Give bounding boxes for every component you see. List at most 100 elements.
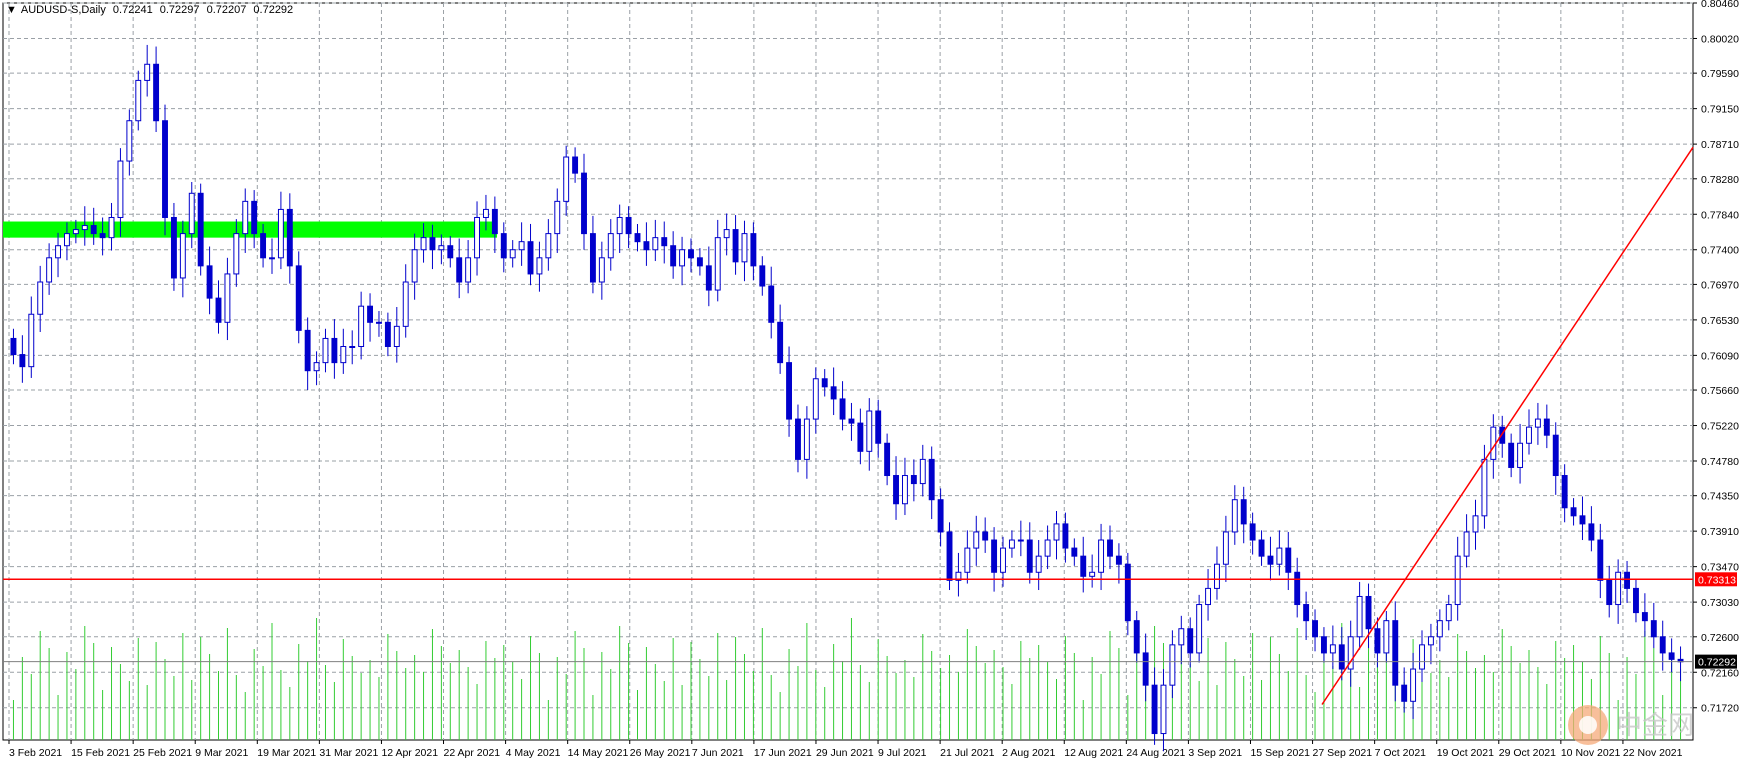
candle-body [46, 257, 53, 283]
candle-body [581, 172, 587, 235]
candle-body [1329, 644, 1336, 654]
candle-body [1472, 515, 1479, 533]
candle-body [19, 354, 26, 368]
time-tick-label: 9 Jul 2021 [878, 747, 927, 759]
candle-body [242, 200, 249, 235]
price-tick-label: 0.73030 [1701, 597, 1739, 609]
time-tick-label: 22 Apr 2021 [444, 747, 501, 759]
candle-body [1124, 563, 1131, 622]
close-value: 0.72292 [253, 4, 294, 16]
candle-body [349, 346, 356, 349]
candle-body [1624, 571, 1631, 589]
candle-body [1196, 604, 1203, 654]
candle-body [821, 378, 828, 388]
candle-body [1392, 620, 1399, 686]
candle-body [652, 237, 659, 251]
candle-body [1579, 515, 1586, 525]
symbol-header: ▼ AUDUSD-S,Daily 0.72241 0.72297 0.72207 … [6, 4, 297, 16]
candle-body [723, 229, 730, 239]
candle-body [1285, 547, 1292, 573]
candle-body [643, 241, 650, 251]
candle-body [1606, 579, 1613, 606]
candle-body [661, 237, 668, 247]
candle-body [117, 160, 124, 218]
candle-body [1383, 620, 1390, 654]
time-tick-label: 12 Apr 2021 [381, 747, 438, 759]
price-tick-label: 0.80020 [1701, 33, 1739, 45]
time-tick-label: 7 Jun 2021 [692, 747, 744, 759]
candle-body [491, 208, 498, 235]
symbol-label: AUDUSD-S,Daily [20, 4, 106, 16]
candle-body [188, 192, 195, 235]
price-tick-label: 0.79590 [1701, 68, 1739, 80]
candle-body [1365, 595, 1372, 630]
candle-body [411, 249, 418, 283]
price-tick-label: 0.77400 [1701, 245, 1739, 257]
candle-body [1508, 442, 1515, 468]
candle-body [1115, 555, 1122, 565]
candle-body [1000, 547, 1006, 573]
time-tick-label: 24 Aug 2021 [1126, 747, 1185, 759]
time-tick-label: 19 Mar 2021 [257, 747, 316, 759]
chart-window[interactable]: 0.80460 0.80020 0.79590 0.79150 0.78710 0.782… [0, 0, 1740, 763]
time-tick-label: 2 Aug 2021 [1002, 747, 1055, 759]
candle-body [741, 233, 748, 263]
candle-body [786, 362, 793, 420]
candle-body [875, 410, 882, 444]
candle-body [705, 265, 712, 291]
candle-body [1231, 499, 1238, 533]
price-tick-label: 0.73910 [1701, 526, 1739, 538]
candle-body [991, 539, 998, 573]
time-tick-label: 7 Oct 2021 [1375, 747, 1427, 759]
price-tick-label: 0.72600 [1701, 632, 1739, 644]
candle-body [777, 321, 784, 364]
candle-body [269, 257, 275, 260]
time-tick-label: 3 Sep 2021 [1188, 747, 1242, 759]
time-tick-label: 12 Aug 2021 [1064, 747, 1123, 759]
time-tick-label: 14 May 2021 [568, 747, 629, 759]
candle-body [1454, 555, 1461, 606]
high-value: 0.72297 [159, 4, 200, 16]
candle-body [286, 208, 293, 267]
candle-body [144, 63, 151, 81]
candle-body [536, 257, 543, 275]
candle-body [456, 257, 463, 283]
candle-body [402, 281, 409, 327]
candle-body [1098, 539, 1105, 573]
candle-body [848, 418, 855, 424]
candle-body [714, 237, 721, 291]
candle-body [982, 531, 989, 541]
price-tick-label: 0.80460 [1701, 0, 1739, 10]
time-tick-label: 4 May 2021 [506, 747, 561, 759]
candle-body [1267, 555, 1274, 565]
candle-body [331, 337, 338, 364]
candle-body [901, 475, 908, 505]
time-tick-label: 19 Oct 2021 [1437, 747, 1494, 759]
candle-body [937, 499, 944, 533]
time-tick-label: 26 May 2021 [630, 747, 691, 759]
candle-body [170, 216, 177, 279]
candle-body [10, 337, 17, 356]
candle-body [563, 156, 570, 202]
candle-body [1142, 652, 1149, 686]
candle-body [1151, 684, 1158, 735]
candle-body [1427, 636, 1434, 646]
candle-body [1160, 684, 1167, 735]
candlestick-chart[interactable]: 0.80460 0.80020 0.79590 0.79150 0.78710 0.782… [0, 0, 1740, 763]
candle-body [1615, 571, 1622, 606]
candle-body [313, 362, 320, 372]
time-tick-label: 25 Feb 2021 [133, 747, 192, 759]
time-tick-label: 15 Sep 2021 [1250, 747, 1310, 759]
candle-body [1641, 612, 1648, 622]
dropdown-triangle-icon[interactable]: ▼ [6, 4, 17, 16]
time-tick-label: 9 Mar 2021 [195, 747, 248, 759]
candle-body [670, 245, 677, 267]
candle-body [768, 285, 775, 323]
candle-body [554, 200, 561, 235]
candle-body [358, 305, 365, 348]
candle-body [946, 531, 953, 581]
candle-body [1436, 620, 1443, 638]
candle-body [1561, 475, 1568, 509]
price-tick-label: 0.78710 [1701, 139, 1739, 151]
watermark-logo: 中金网 [1568, 705, 1694, 745]
